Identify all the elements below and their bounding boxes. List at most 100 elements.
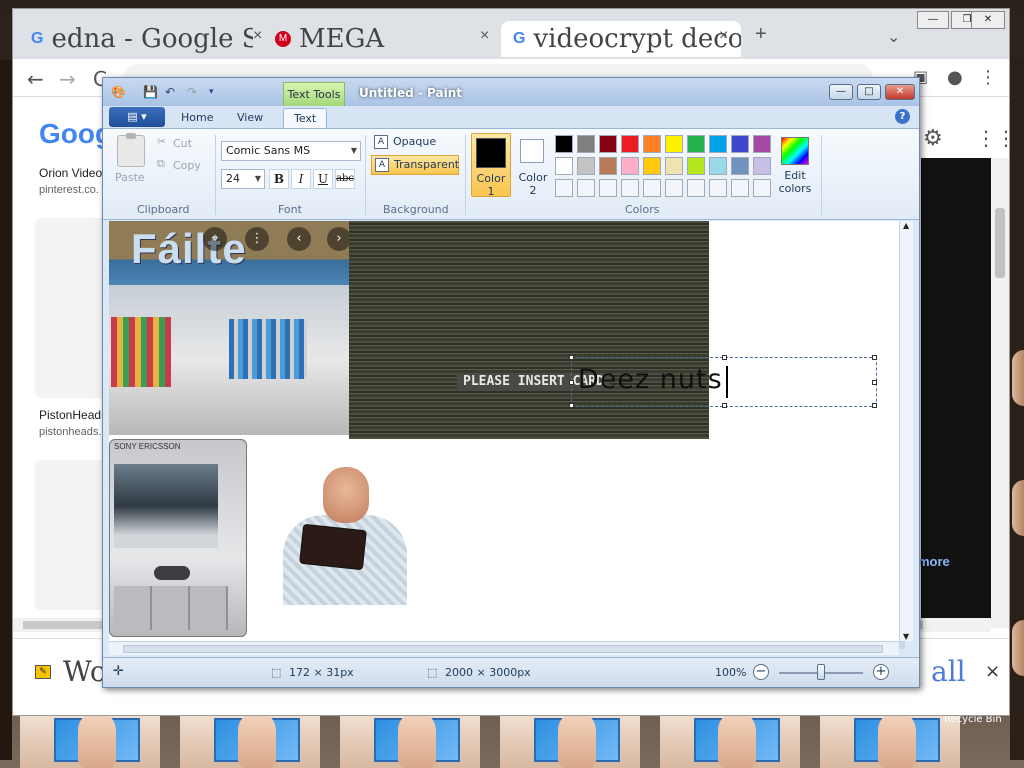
canvas-horizontal-scrollbar[interactable]: [109, 641, 899, 655]
scissors-icon[interactable]: ✂: [157, 135, 166, 148]
paint-titlebar[interactable]: 🎨 💾 ↶ ↷ ▾ Text Tools Untitled - Paint — …: [103, 78, 919, 106]
resize-handle[interactable]: [872, 355, 877, 360]
palette-custom-slot[interactable]: [555, 179, 573, 197]
chrome-vertical-scrollbar[interactable]: [991, 158, 1009, 628]
cut-button[interactable]: Cut: [173, 137, 192, 150]
paint-minimize-button[interactable]: —: [829, 84, 853, 100]
paint-close-button[interactable]: ✕: [885, 84, 915, 100]
copy-button[interactable]: Copy: [173, 159, 201, 172]
bold-button[interactable]: B: [269, 169, 289, 189]
palette-swatch[interactable]: [621, 157, 639, 175]
palette-swatch[interactable]: [555, 135, 573, 153]
tab-home[interactable]: Home: [171, 108, 223, 128]
save-icon[interactable]: 💾: [143, 85, 158, 99]
palette-swatch[interactable]: [621, 135, 639, 153]
palette-custom-slot[interactable]: [621, 179, 639, 197]
tab-close-icon[interactable]: ×: [719, 27, 728, 45]
palette-swatch[interactable]: [643, 135, 661, 153]
edit-colors-button[interactable]: Edit colors: [775, 133, 815, 199]
palette-swatch[interactable]: [665, 157, 683, 175]
strikethrough-button[interactable]: abc: [335, 169, 355, 189]
apps-grid-icon[interactable]: ⋮⋮: [976, 126, 1016, 150]
resize-handle[interactable]: [569, 355, 574, 360]
tab-mega[interactable]: M MEGA: [275, 21, 475, 57]
tab-view[interactable]: View: [227, 108, 273, 128]
canvas-vertical-scrollbar[interactable]: ▲ ▼: [899, 221, 913, 641]
qat-dropdown-icon[interactable]: ▾: [209, 85, 223, 99]
italic-button[interactable]: I: [291, 169, 311, 189]
text-selection-box[interactable]: Deez nuts: [569, 355, 877, 408]
forward-arrow-icon[interactable]: →: [59, 67, 76, 91]
tab-close-icon[interactable]: ×: [253, 27, 262, 45]
result-title[interactable]: Orion Video: [39, 166, 102, 180]
palette-custom-slot[interactable]: [709, 179, 727, 197]
chrome-close-button[interactable]: ✕: [971, 11, 1005, 29]
palette-swatch[interactable]: [687, 135, 705, 153]
tab-videocrypt[interactable]: G videocrypt deco: [501, 21, 741, 57]
resize-handle[interactable]: [569, 403, 574, 408]
palette-swatch[interactable]: [709, 157, 727, 175]
palette-swatch[interactable]: [687, 157, 705, 175]
tab-text[interactable]: Text: [283, 108, 328, 128]
resize-handle[interactable]: [872, 403, 877, 408]
color1-button[interactable]: Color 1: [471, 133, 511, 198]
tab-edna[interactable]: G edna - Google S: [31, 21, 253, 57]
palette-custom-slot[interactable]: [753, 179, 771, 197]
zoom-slider-handle[interactable]: [817, 664, 825, 680]
clipboard-paste-icon[interactable]: [117, 133, 145, 167]
palette-custom-slot[interactable]: [665, 179, 683, 197]
scroll-down-icon[interactable]: ▼: [903, 632, 909, 641]
tab-search-chevron-icon[interactable]: ⌄: [887, 27, 900, 47]
resize-handle[interactable]: [872, 380, 877, 385]
color2-button[interactable]: Color 2: [515, 133, 551, 197]
typed-text[interactable]: Deez nuts: [578, 364, 723, 396]
zoom-in-button[interactable]: +: [873, 664, 889, 680]
profile-avatar-icon[interactable]: ●: [947, 67, 963, 88]
resize-handle[interactable]: [569, 380, 574, 385]
font-size-select[interactable]: 24 ▼: [221, 169, 265, 189]
copy-icon[interactable]: ⧉: [157, 157, 165, 171]
paint-canvas[interactable]: Fáilte ⌖ ⋮ ‹ › PLEASE INSERT CARD Deez n…: [109, 221, 905, 641]
palette-custom-slot[interactable]: [687, 179, 705, 197]
palette-swatch[interactable]: [753, 157, 771, 175]
redo-icon[interactable]: ↷: [187, 85, 201, 99]
palette-swatch[interactable]: [643, 157, 661, 175]
result-title[interactable]: PistonHead: [39, 408, 101, 422]
undo-icon[interactable]: ↶: [165, 85, 179, 99]
scroll-up-icon[interactable]: ▲: [903, 221, 909, 230]
palette-swatch[interactable]: [599, 135, 617, 153]
palette-swatch[interactable]: [599, 157, 617, 175]
opaque-button[interactable]: A Opaque: [371, 133, 459, 153]
resize-handle[interactable]: [722, 355, 727, 360]
palette-swatch[interactable]: [577, 135, 595, 153]
resize-handle[interactable]: [722, 403, 727, 408]
tab-close-icon[interactable]: ×: [480, 27, 489, 45]
result-image-card[interactable]: [35, 460, 111, 610]
chrome-menu-icon[interactable]: ⋮: [979, 67, 997, 88]
paint-maximize-button[interactable]: □: [857, 84, 881, 100]
settings-gear-icon[interactable]: ⚙: [923, 126, 943, 151]
underline-button[interactable]: U: [313, 169, 333, 189]
palette-swatch[interactable]: [577, 157, 595, 175]
palette-custom-slot[interactable]: [577, 179, 595, 197]
font-family-select[interactable]: Comic Sans MS ▼: [221, 141, 361, 161]
back-arrow-icon[interactable]: ←: [27, 67, 44, 91]
palette-swatch[interactable]: [665, 135, 683, 153]
close-icon[interactable]: ×: [985, 661, 1000, 682]
palette-swatch[interactable]: [555, 157, 573, 175]
paste-button[interactable]: Paste: [115, 171, 145, 184]
palette-custom-slot[interactable]: [731, 179, 749, 197]
bottom-bar-link[interactable]: all: [931, 655, 966, 688]
new-tab-button[interactable]: +: [755, 23, 767, 46]
help-icon[interactable]: ?: [895, 109, 910, 124]
palette-custom-slot[interactable]: [599, 179, 617, 197]
result-image-card[interactable]: [35, 218, 111, 398]
palette-swatch[interactable]: [731, 157, 749, 175]
chrome-minimize-button[interactable]: —: [917, 11, 949, 29]
paint-app-icon[interactable]: 🎨: [111, 85, 126, 99]
paint-menu-button[interactable]: ▤ ▾: [109, 107, 165, 127]
zoom-out-button[interactable]: −: [753, 664, 769, 680]
palette-swatch[interactable]: [753, 135, 771, 153]
transparent-button[interactable]: A Transparent: [371, 155, 459, 175]
palette-swatch[interactable]: [709, 135, 727, 153]
